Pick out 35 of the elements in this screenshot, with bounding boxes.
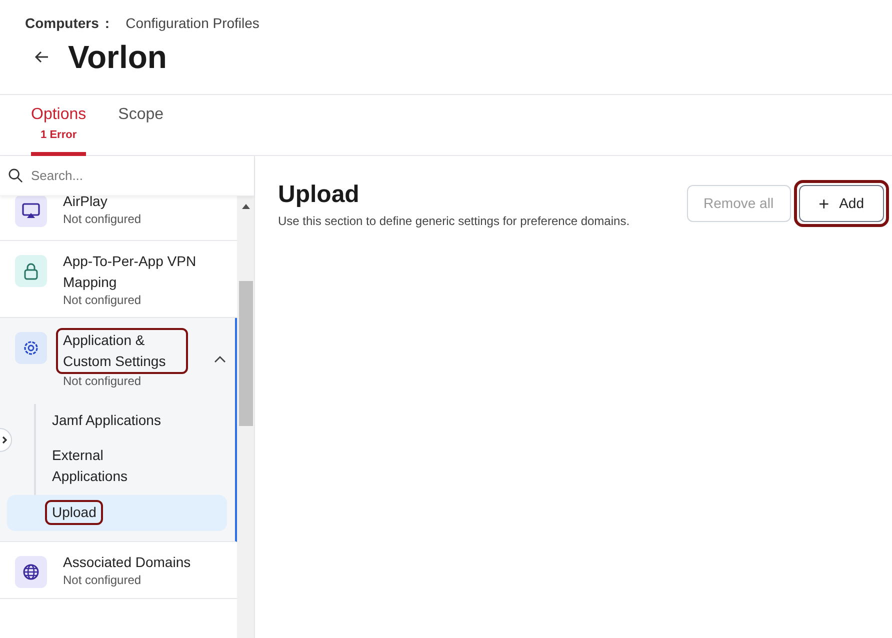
section-title[interactable]: Associated Domains [63, 552, 201, 573]
add-button[interactable]: + Add [798, 185, 884, 222]
section-title[interactable]: App-To-Per-App VPN Mapping [63, 251, 201, 293]
chevron-up-icon [214, 355, 226, 363]
status-text: Not configured [63, 573, 142, 587]
page-title: Vorlon [68, 38, 167, 77]
scroll-up-icon[interactable] [242, 204, 250, 209]
search-icon [8, 168, 23, 183]
status-text: Not configured [63, 374, 142, 388]
submenu-label: External Applications [52, 446, 128, 486]
search-field[interactable]: Search... [31, 166, 231, 186]
globe-icon [15, 556, 47, 588]
submenu-item[interactable]: External Applications [7, 439, 227, 493]
lock-icon [15, 255, 47, 287]
submenu-item[interactable]: Jamf Applications [7, 404, 227, 437]
display-icon [15, 196, 47, 227]
chevron-right-icon [2, 436, 8, 444]
status-text: Not configured [63, 212, 142, 226]
submenu-label: Jamf Applications [52, 411, 162, 430]
submenu-label: Upload [45, 500, 104, 525]
submenu-item[interactable]: Upload [7, 495, 227, 531]
status-text: Not configured [63, 293, 142, 307]
tab[interactable]: Scope [118, 95, 164, 156]
error-count: 1 Error [40, 128, 77, 143]
scrollbar-thumb[interactable] [238, 281, 252, 426]
breadcrumb-current: Configuration Profiles [126, 14, 260, 33]
breadcrumb-link[interactable]: Computers [25, 12, 99, 34]
gear-icon [15, 332, 47, 364]
section-title[interactable]: Application & Custom Settings [56, 328, 188, 374]
section-description: Use this section to define generic settings for preference domains. [278, 213, 631, 230]
breadcrumb-separator: : [104, 14, 110, 32]
section-title[interactable]: AirPlay [63, 196, 201, 212]
section-heading: Upload [278, 181, 360, 209]
back-arrow-icon [34, 49, 50, 65]
plus-icon: + [818, 194, 830, 212]
